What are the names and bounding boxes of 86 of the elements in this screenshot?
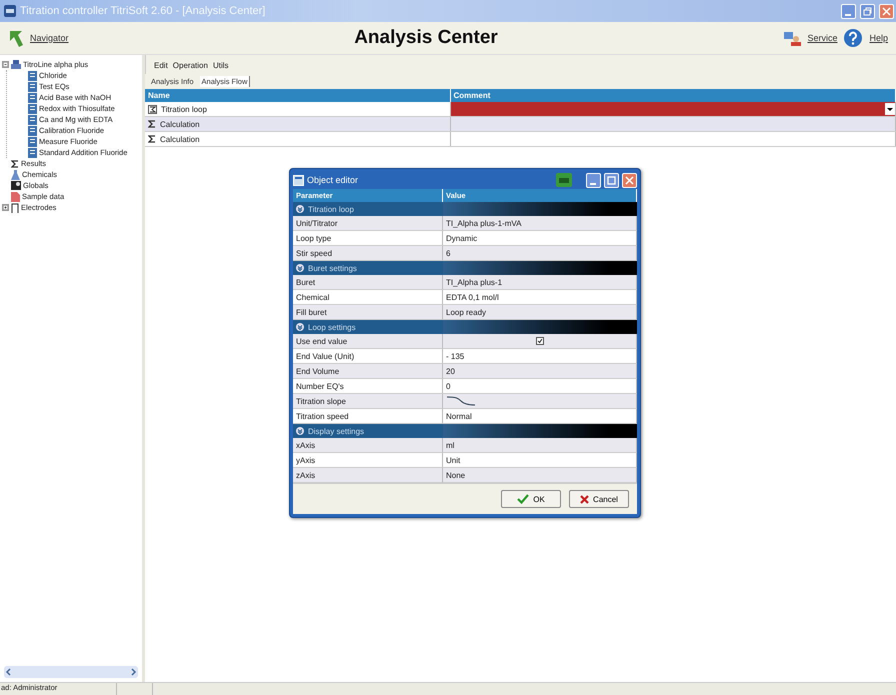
expand-icon[interactable] bbox=[2, 204, 9, 211]
value-text: 20 bbox=[446, 366, 455, 376]
section-header[interactable]: Display settings bbox=[293, 424, 443, 438]
navigator-link[interactable]: Navigator bbox=[30, 33, 69, 43]
ok-button[interactable]: OK bbox=[501, 490, 561, 508]
close-icon bbox=[580, 494, 590, 504]
menu-item[interactable]: Operation bbox=[172, 61, 208, 70]
value-text: Normal bbox=[446, 412, 472, 420]
value-text: Loop ready bbox=[446, 308, 486, 316]
value-text: 0 bbox=[446, 382, 450, 390]
section-header[interactable]: Titration loop bbox=[293, 202, 443, 216]
table-cell: Calculation bbox=[145, 116, 450, 132]
arrow-icon bbox=[8, 29, 24, 47]
device-icon bbox=[11, 60, 21, 69]
app-icon bbox=[4, 5, 16, 17]
checkbox[interactable] bbox=[536, 337, 544, 345]
parameter-label: Stir speed bbox=[296, 248, 332, 258]
restore-button[interactable] bbox=[860, 4, 875, 18]
section-header[interactable]: Buret settings bbox=[293, 261, 443, 275]
value-text: None bbox=[446, 470, 466, 480]
cabinet-icon bbox=[11, 181, 21, 190]
parameter-label: Fill buret bbox=[296, 308, 327, 316]
document-icon bbox=[28, 126, 37, 136]
document-icon bbox=[28, 104, 37, 114]
slope-curve-icon bbox=[446, 396, 476, 406]
sample-icon bbox=[11, 192, 20, 202]
document-icon bbox=[28, 70, 37, 80]
close-button[interactable] bbox=[879, 4, 894, 18]
document-icon bbox=[28, 92, 37, 102]
document-icon bbox=[28, 82, 37, 92]
flask-icon bbox=[11, 170, 20, 180]
value-text: Unit bbox=[446, 456, 460, 464]
close-button[interactable] bbox=[622, 172, 637, 188]
checkmark-icon bbox=[517, 494, 530, 504]
dialog-title: Object editor bbox=[307, 175, 360, 185]
electrode-icon bbox=[11, 202, 19, 212]
window-title: Titration controller TitriSoft 2.60 - [Analysis Center] bbox=[20, 5, 266, 17]
parameter-label: Number EQ's bbox=[296, 382, 344, 390]
collapse-icon[interactable] bbox=[296, 427, 304, 435]
comment-field[interactable] bbox=[450, 102, 896, 116]
value-text: 6 bbox=[446, 248, 450, 258]
document-icon bbox=[28, 148, 37, 158]
parameter-label: Titration speed bbox=[296, 412, 349, 420]
collapse-icon[interactable] bbox=[296, 323, 304, 331]
help-icon[interactable] bbox=[843, 28, 864, 48]
loop-icon bbox=[148, 104, 157, 114]
sigma-icon bbox=[11, 160, 19, 168]
parameter-label: End Volume bbox=[296, 366, 340, 376]
value-text: - 135 bbox=[446, 352, 464, 360]
value-text: EDTA 0,1 mol/l bbox=[446, 292, 499, 302]
service-link[interactable]: Service bbox=[807, 33, 838, 43]
page-title: Analysis Center bbox=[353, 27, 499, 49]
collapse-icon[interactable] bbox=[296, 205, 304, 213]
section-header[interactable]: Loop settings bbox=[293, 320, 443, 334]
column-header: Comment bbox=[450, 89, 896, 102]
parameter-label: Titration slope bbox=[296, 396, 346, 406]
parameter-label: Buret bbox=[296, 278, 316, 286]
computer-user-icon bbox=[783, 30, 802, 46]
document-icon bbox=[28, 114, 37, 124]
collapse-icon[interactable] bbox=[296, 264, 304, 272]
table-cell: Calculation bbox=[145, 132, 450, 146]
cancel-button[interactable]: Cancel bbox=[569, 490, 629, 508]
horizontal-scrollbar[interactable] bbox=[4, 666, 138, 678]
value-text: TI_Alpha plus-1-mVA bbox=[446, 218, 522, 228]
minimize-button[interactable] bbox=[841, 4, 856, 18]
parameter-label: Loop type bbox=[296, 234, 332, 242]
parameter-label: End Value (Unit) bbox=[296, 352, 354, 360]
value-text: TI_Alpha plus-1 bbox=[446, 278, 502, 286]
maximize-button[interactable] bbox=[604, 172, 619, 188]
value-text: Dynamic bbox=[446, 234, 478, 242]
parameter-label: Unit/Titrator bbox=[296, 218, 338, 228]
document-icon bbox=[28, 136, 37, 146]
help-link[interactable]: Help bbox=[869, 33, 888, 43]
parameter-label: zAxis bbox=[296, 470, 316, 480]
minimize-button[interactable] bbox=[586, 172, 601, 188]
parameter-label: Chemical bbox=[296, 292, 330, 302]
parameter-label: Use end value bbox=[296, 336, 348, 346]
menu-item[interactable]: Utils bbox=[212, 61, 228, 70]
window-icon bbox=[293, 174, 304, 186]
value-text: ml bbox=[446, 440, 454, 450]
collapse-icon[interactable] bbox=[2, 61, 9, 68]
parameter-label: yAxis bbox=[296, 456, 316, 464]
column-header: Name bbox=[145, 89, 450, 102]
dropdown-icon[interactable] bbox=[885, 103, 895, 115]
parameter-label: xAxis bbox=[296, 440, 316, 450]
menu-item[interactable]: Edit bbox=[154, 61, 168, 70]
